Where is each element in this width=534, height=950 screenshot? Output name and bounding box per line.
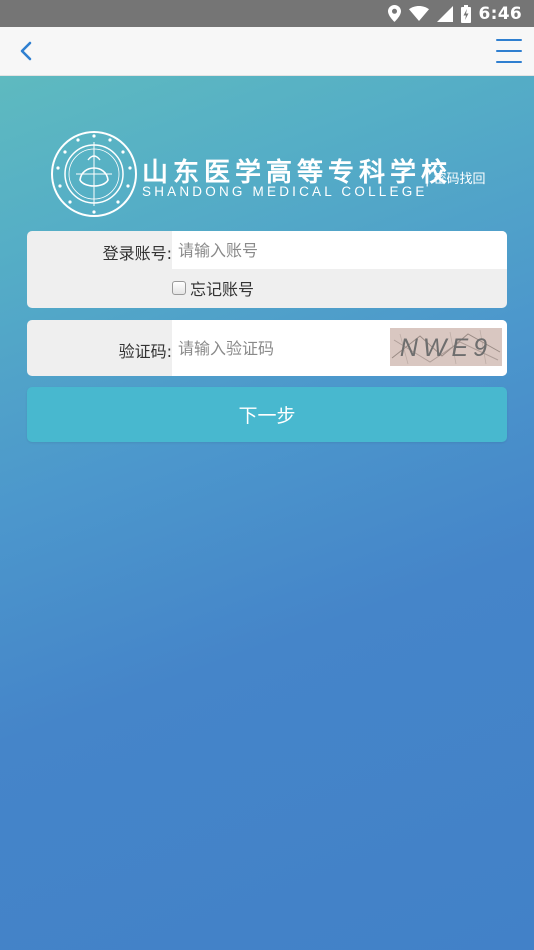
menu-button[interactable] bbox=[496, 39, 522, 63]
back-button[interactable] bbox=[10, 35, 42, 67]
captcha-code: NWE9 bbox=[400, 334, 492, 362]
remember-checkbox[interactable] bbox=[172, 281, 186, 295]
remember-row: 忘记账号 bbox=[172, 276, 254, 300]
status-time: 6:46 bbox=[478, 3, 522, 24]
chevron-left-icon bbox=[20, 41, 32, 61]
captcha-label: 验证码: bbox=[118, 342, 172, 361]
battery-charging-icon bbox=[460, 4, 471, 23]
signal-icon bbox=[436, 5, 453, 22]
wifi-icon bbox=[408, 6, 429, 21]
captcha-card: 验证码: NWE9 bbox=[27, 320, 507, 376]
college-name-en: SHANDONG MEDICAL COLLEGE bbox=[142, 184, 428, 199]
page-subtitle: | 密码找回 bbox=[425, 172, 486, 187]
account-card: 登录账号: 忘记账号 bbox=[27, 231, 507, 308]
next-button[interactable]: 下一步 bbox=[27, 387, 507, 442]
captcha-image[interactable]: NWE9 bbox=[390, 328, 502, 366]
location-icon bbox=[387, 5, 401, 22]
status-bar: 6:46 bbox=[0, 0, 534, 27]
account-input[interactable] bbox=[172, 231, 507, 269]
account-label: 登录账号: bbox=[102, 244, 172, 263]
college-seal-icon bbox=[51, 131, 137, 217]
remember-label[interactable]: 忘记账号 bbox=[190, 276, 254, 300]
college-logo: 山东医学高等专科学校 SHANDONG MEDICAL COLLEGE | 密码… bbox=[50, 130, 490, 220]
nav-bar bbox=[0, 27, 534, 76]
hamburger-menu-icon bbox=[496, 39, 522, 41]
